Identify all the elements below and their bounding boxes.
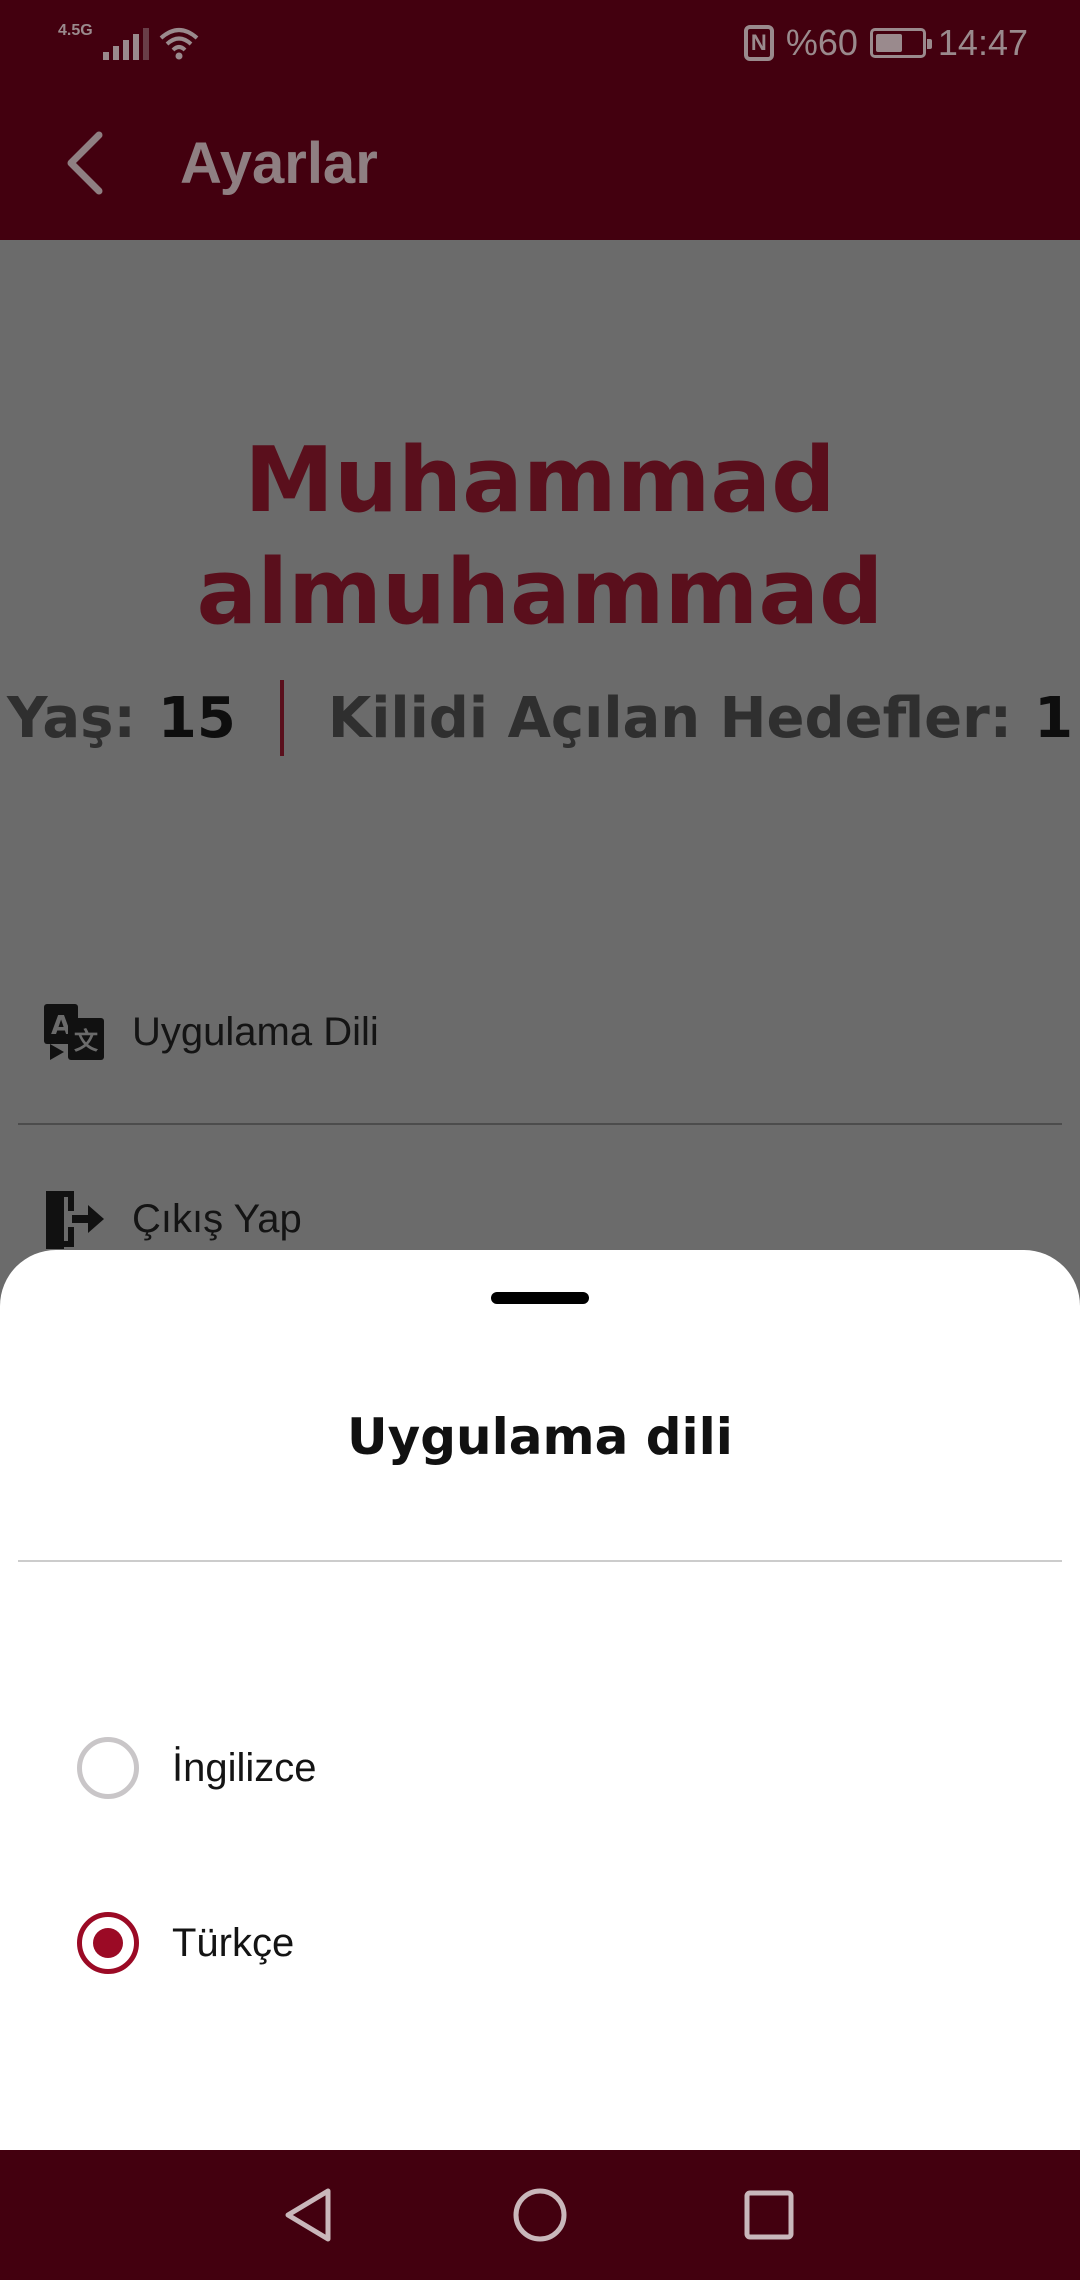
- sheet-divider: [18, 1560, 1062, 1562]
- system-navigation-bar: [0, 2150, 1080, 2280]
- menu-item-label: Uygulama Dili: [132, 1009, 379, 1054]
- svg-text:文: 文: [74, 1027, 99, 1055]
- age-label: Yaş:: [6, 685, 136, 751]
- signal-icon: [102, 24, 149, 60]
- radio-checked[interactable]: [77, 1912, 139, 1974]
- profile-name: Muhammad almuhammad: [0, 425, 1080, 649]
- menu-item-label: Çıkış Yap: [132, 1196, 302, 1241]
- language-bottom-sheet: Uygulama dili İngilizce Türkçe: [0, 1250, 1080, 2150]
- page-title: Ayarlar: [180, 131, 378, 196]
- translate-icon: A 文: [44, 1004, 104, 1060]
- back-button[interactable]: [50, 128, 120, 198]
- top-app-bar: Ayarlar: [0, 90, 1080, 240]
- profile-first-name: Muhammad: [244, 428, 836, 533]
- nfc-icon: N: [743, 25, 774, 61]
- nav-home-button[interactable]: [505, 2180, 575, 2250]
- nav-back-icon: [285, 2188, 331, 2242]
- language-option-label: İngilizce: [172, 1745, 317, 1790]
- stats-separator: [279, 680, 284, 756]
- clock: 14:47: [937, 22, 1028, 63]
- language-option-turkish[interactable]: Türkçe: [0, 1883, 1080, 2003]
- language-option-label: Türkçe: [172, 1920, 295, 1965]
- battery-fill: [875, 34, 903, 52]
- nav-back-button[interactable]: [273, 2180, 343, 2250]
- settings-screen: 4.5G N %60 14:47 Ayarlar Muhammad almuha…: [0, 0, 1080, 2280]
- nav-recents-icon: [744, 2190, 794, 2240]
- language-option-english[interactable]: İngilizce: [0, 1708, 1080, 1828]
- status-bar: 4.5G N %60 14:47: [0, 0, 1080, 90]
- goals-label: Kilidi Açılan Hedefler:: [327, 685, 1013, 751]
- status-right: N %60 14:47: [743, 22, 1028, 64]
- logout-icon: [46, 1191, 104, 1249]
- nav-home-icon: [513, 2188, 567, 2242]
- radio-unchecked[interactable]: [77, 1737, 139, 1799]
- battery-percent: %60: [785, 22, 858, 63]
- menu-divider: [18, 1123, 1062, 1125]
- profile-stats: Yaş: 15 Kilidi Açılan Hedefler: 1: [0, 680, 1080, 756]
- network-type-label: 4.5G: [58, 22, 93, 39]
- menu-item-app-language[interactable]: A 文 Uygulama Dili: [0, 977, 1080, 1087]
- profile-last-name: almuhammad: [196, 540, 884, 645]
- drag-handle[interactable]: [491, 1292, 589, 1304]
- nav-recents-button[interactable]: [734, 2180, 804, 2250]
- sheet-title: Uygulama dili: [347, 1408, 733, 1466]
- back-arrow-icon: [67, 131, 103, 195]
- wifi-icon: [159, 28, 199, 60]
- status-left: 4.5G: [58, 22, 199, 60]
- battery-icon: [869, 28, 932, 58]
- age-value: 15: [157, 685, 236, 751]
- goals-value: 1: [1034, 685, 1074, 751]
